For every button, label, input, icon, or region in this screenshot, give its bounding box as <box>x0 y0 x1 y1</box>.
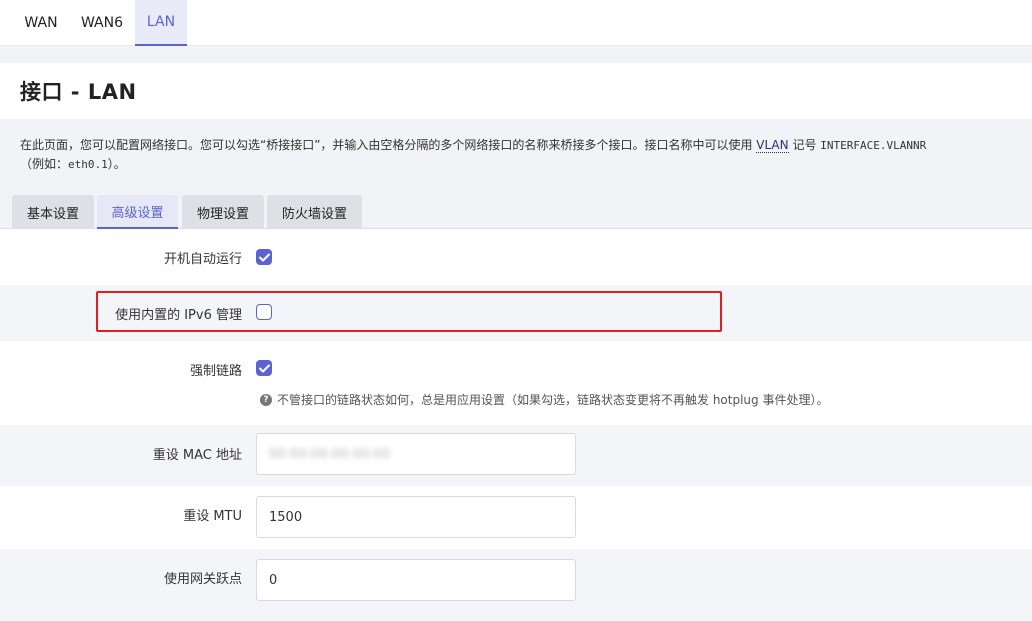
description-code: INTERFACE.VLANNR <box>820 139 927 152</box>
page-description: 在此页面，您可以配置网络接口。您可以勾选“桥接接口”，并输入由空格分隔的多个网络… <box>0 119 1032 187</box>
description-text: （例如： <box>20 157 69 171</box>
title-bar <box>0 63 1032 115</box>
ipv6-management-checkbox[interactable] <box>256 304 272 320</box>
gateway-metric-row: 使用网关跃点 0 <box>0 549 1032 621</box>
mtu-value: 1500 <box>269 509 303 525</box>
mtu-input[interactable]: 1500 <box>256 496 576 538</box>
force-link-checkbox[interactable] <box>256 360 272 376</box>
gateway-metric-label: 使用网关跃点 <box>163 572 242 587</box>
mac-label: 重设 MAC 地址 <box>152 448 242 463</box>
auto-start-checkbox[interactable] <box>256 249 272 265</box>
tab-advanced-settings[interactable]: 高级设置 <box>97 195 178 229</box>
description-code: eth0.1 <box>68 158 108 171</box>
mac-value: 00:00:00:00:00:00 <box>269 446 391 462</box>
ipv6-management-row: 使用内置的 IPv6 管理 <box>0 285 1032 341</box>
check-icon <box>258 364 270 372</box>
tab-firewall-settings[interactable]: 防火墙设置 <box>267 195 362 229</box>
ipv6-management-label: 使用内置的 IPv6 管理 <box>115 308 242 323</box>
gateway-metric-value: 0 <box>269 572 278 588</box>
check-icon <box>258 253 270 261</box>
description-text: ）。 <box>107 157 126 171</box>
tab-wan[interactable]: WAN <box>14 0 68 46</box>
description-text: 在此页面，您可以配置网络接口。您可以勾选“桥接接口”，并输入由空格分隔的多个网络… <box>20 138 757 152</box>
top-tab-bar: WAN WAN6 LAN <box>0 0 1032 46</box>
mtu-label: 重设 MTU <box>183 509 242 524</box>
mac-input[interactable]: 00:00:00:00:00:00 <box>256 433 576 475</box>
vlan-abbr: VLAN <box>756 138 789 153</box>
tab-physical-settings[interactable]: 物理设置 <box>182 195 264 229</box>
page-title: 接口 - LAN <box>20 80 137 104</box>
separator-band <box>0 46 1032 63</box>
force-link-help-text: 不管接口的链路状态如何，总是用应用设置（如果勾选，链路状态变更将不再触发 hot… <box>277 393 829 407</box>
tab-wan6[interactable]: WAN6 <box>72 0 132 46</box>
auto-start-label: 开机自动运行 <box>163 252 242 267</box>
auto-start-row: 开机自动运行 <box>0 229 1032 285</box>
force-link-label: 强制链路 <box>189 364 242 379</box>
tab-basic-settings[interactable]: 基本设置 <box>12 195 94 229</box>
mac-row: 重设 MAC 地址 00:00:00:00:00:00 <box>0 425 1032 486</box>
force-link-row: 强制链路 <box>0 341 1032 425</box>
mtu-row: 重设 MTU 1500 <box>0 486 1032 549</box>
description-text: 记号 <box>788 138 821 152</box>
question-icon: ? <box>260 393 272 406</box>
gateway-metric-input[interactable]: 0 <box>256 559 576 601</box>
force-link-help: ? 不管接口的链路状态如何，总是用应用设置（如果勾选，链路状态变更将不再触发 h… <box>260 391 828 408</box>
tab-lan[interactable]: LAN <box>135 0 187 46</box>
